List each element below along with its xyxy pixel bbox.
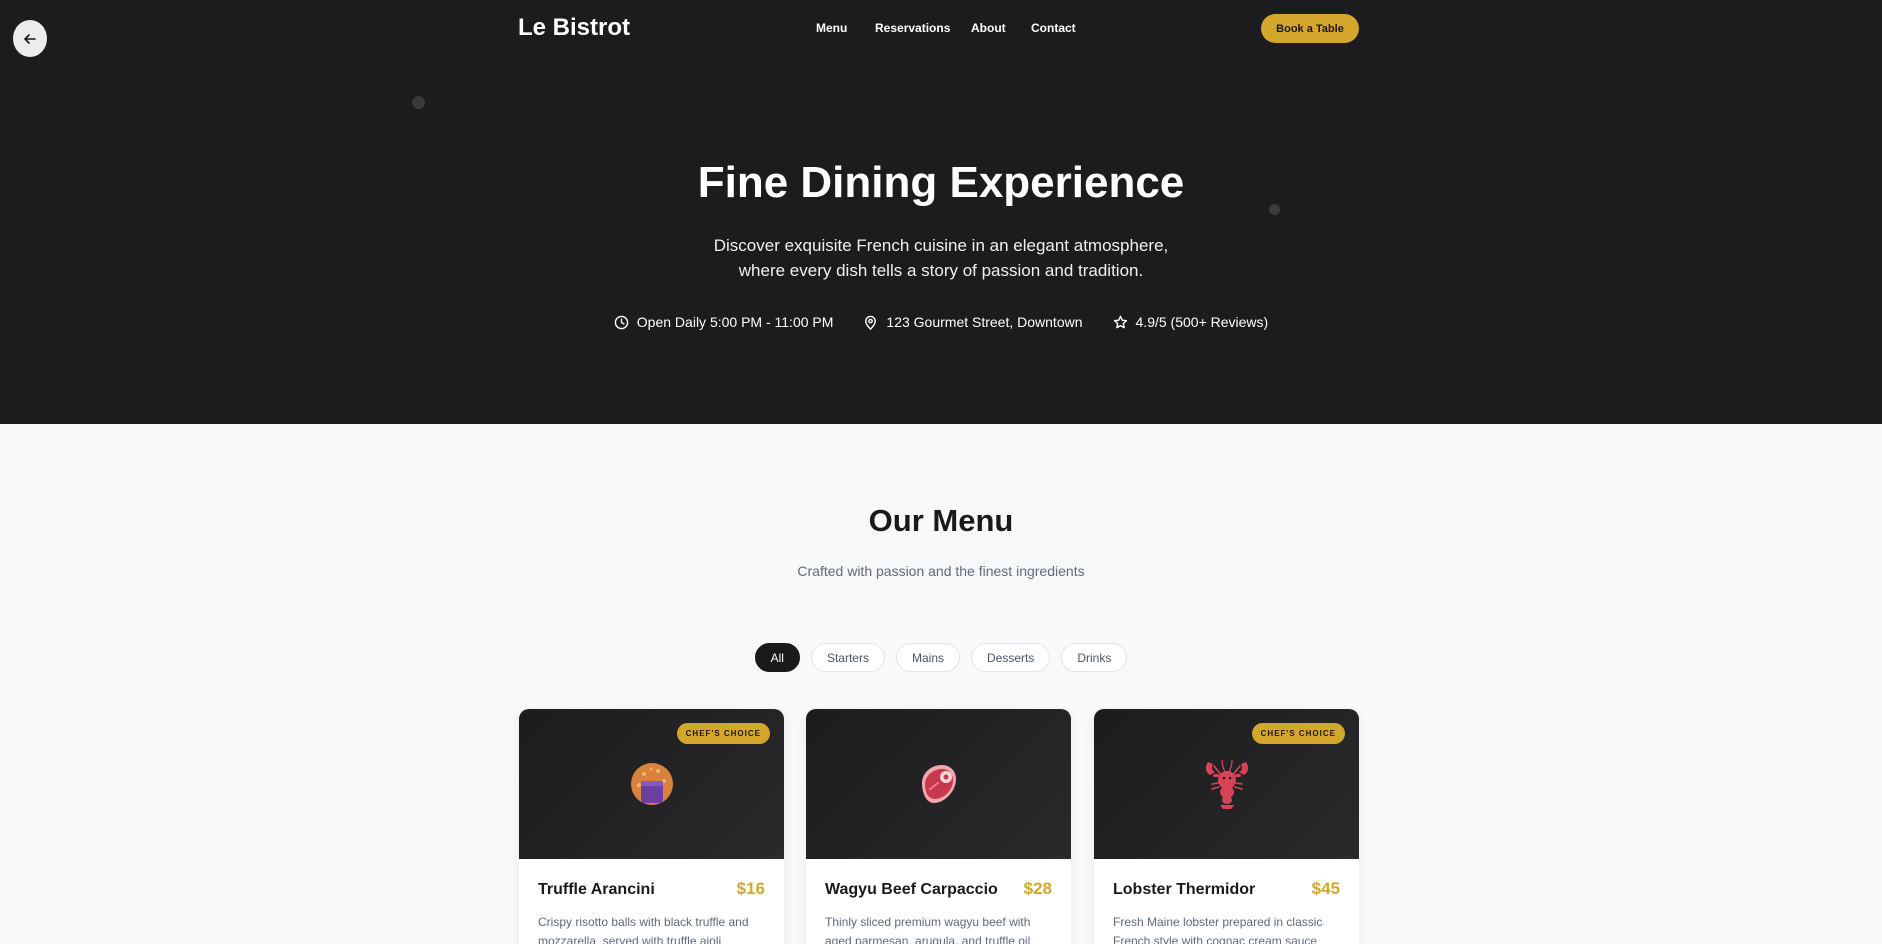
card-image: CHEF'S CHOICE (1094, 709, 1359, 859)
filter-starters[interactable]: Starters (810, 643, 885, 672)
arancini-icon (630, 763, 673, 805)
dish-price: $28 (1023, 879, 1052, 898)
hero-section: Le Bistrot Menu Reservations About Conta… (0, 0, 1882, 424)
nav-menu[interactable]: Menu (816, 21, 847, 35)
card-body: Wagyu Beef Carpaccio $28 Thinly sliced p… (806, 859, 1071, 944)
site-logo[interactable]: Le Bistrot (518, 14, 630, 42)
rating-text: 4.9/5 (500+ Reviews) (1135, 314, 1269, 330)
dish-name: Wagyu Beef Carpaccio (825, 881, 998, 898)
menu-subtitle: Crafted with passion and the finest ingr… (797, 563, 1085, 579)
menu-card[interactable]: CHEF'S CHOICE Truffle Arancini $16 Crisp… (519, 709, 784, 944)
card-image: CHEF'S CHOICE (519, 709, 784, 859)
hero-subtitle-line: Discover exquisite French cuisine in an … (713, 236, 1169, 255)
menu-card[interactable]: CHEF'S CHOICE Lobster Thermidor $45 Fres… (1094, 709, 1359, 944)
chefs-choice-badge: CHEF'S CHOICE (676, 723, 770, 744)
card-image (806, 709, 1071, 859)
decorative-dot (412, 96, 425, 109)
nav-contact[interactable]: Contact (1031, 21, 1076, 35)
clock-icon (614, 315, 629, 329)
address-info: 123 Gourmet Street, Downtown (863, 314, 1083, 330)
hero-subtitle-line: where every dish tells a story of passio… (738, 261, 1144, 280)
hero-subtitle: Discover exquisite French cuisine in an … (0, 233, 1882, 283)
menu-filters: All Starters Mains Desserts Drinks (0, 643, 1882, 672)
filter-desserts[interactable]: Desserts (971, 643, 1051, 672)
filter-mains[interactable]: Mains (895, 643, 960, 672)
card-header: Lobster Thermidor $45 (1113, 879, 1340, 899)
steak-icon (921, 765, 956, 803)
card-body: Truffle Arancini $16 Crispy risotto ball… (519, 859, 784, 944)
hours-text: Open Daily 5:00 PM - 11:00 PM (636, 314, 834, 330)
dish-price: $45 (1311, 879, 1340, 898)
back-button[interactable] (13, 20, 47, 57)
dish-description: Fresh Maine lobster prepared in classic … (1113, 915, 1323, 944)
hours-info: Open Daily 5:00 PM - 11:00 PM (614, 314, 834, 330)
rating-info: 4.9/5 (500+ Reviews) (1113, 314, 1269, 330)
info-row: Open Daily 5:00 PM - 11:00 PM 123 Gourme… (0, 314, 1882, 330)
dish-price: $16 (736, 879, 765, 898)
dish-description: Crispy risotto balls with black truffle … (538, 915, 749, 944)
card-body: Lobster Thermidor $45 Fresh Maine lobste… (1094, 859, 1359, 944)
arrow-left-icon (24, 33, 36, 44)
filter-drinks[interactable]: Drinks (1061, 643, 1128, 672)
dish-description: Thinly sliced premium wagyu beef with ag… (825, 915, 1031, 944)
menu-title: Our Menu (868, 503, 1014, 538)
star-icon (1113, 315, 1127, 328)
hero-title: Fine Dining Experience (697, 158, 1185, 207)
address-text: 123 Gourmet Street, Downtown (886, 314, 1083, 330)
filter-all[interactable]: All (754, 643, 800, 672)
card-header: Wagyu Beef Carpaccio $28 (825, 879, 1052, 899)
dish-name: Lobster Thermidor (1113, 881, 1256, 898)
menu-card[interactable]: Wagyu Beef Carpaccio $28 Thinly sliced p… (806, 709, 1071, 944)
nav-about[interactable]: About (971, 21, 1006, 35)
nav-reservations[interactable]: Reservations (875, 21, 950, 35)
chefs-choice-badge: CHEF'S CHOICE (1251, 723, 1345, 744)
map-pin-icon (865, 315, 877, 330)
card-header: Truffle Arancini $16 (538, 879, 765, 899)
dish-name: Truffle Arancini (538, 881, 655, 898)
book-table-button[interactable]: Book a Table (1261, 14, 1359, 43)
lobster-icon (1205, 759, 1248, 809)
